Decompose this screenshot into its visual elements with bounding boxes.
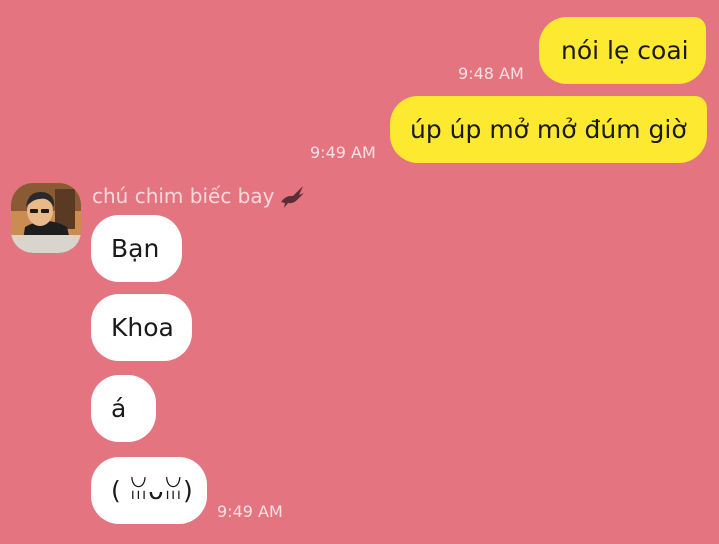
message-text: nói lẹ coai bbox=[561, 36, 689, 65]
message-timestamp: 9:49 AM bbox=[217, 502, 283, 521]
incoming-message-2[interactable]: Khoa bbox=[91, 294, 192, 361]
message-timestamp: 9:49 AM bbox=[310, 143, 376, 162]
outgoing-message-1[interactable]: nói lẹ coai bbox=[539, 17, 706, 84]
incoming-message-1[interactable]: Bạn bbox=[91, 215, 182, 282]
incoming-message-4[interactable]: ( ꈍᴗꈍ) bbox=[91, 457, 207, 524]
message-text: Khoa bbox=[111, 313, 174, 342]
incoming-message-3[interactable]: á bbox=[91, 375, 156, 442]
message-timestamp: 9:48 AM bbox=[458, 64, 524, 83]
avatar[interactable] bbox=[11, 183, 81, 253]
chat-thread: nói lẹ coai 9:48 AM úp úp mở mở đúm giờ … bbox=[0, 0, 719, 544]
message-text: úp úp mở mở đúm giờ bbox=[410, 115, 687, 144]
outgoing-message-2[interactable]: úp úp mở mở đúm giờ bbox=[390, 96, 707, 163]
message-text: á bbox=[111, 394, 127, 423]
eagle-icon bbox=[281, 186, 304, 208]
message-text: ( ꈍᴗꈍ) bbox=[111, 476, 193, 505]
message-text: Bạn bbox=[111, 234, 160, 263]
sender-name: chú chim biếc bay bbox=[92, 184, 275, 208]
